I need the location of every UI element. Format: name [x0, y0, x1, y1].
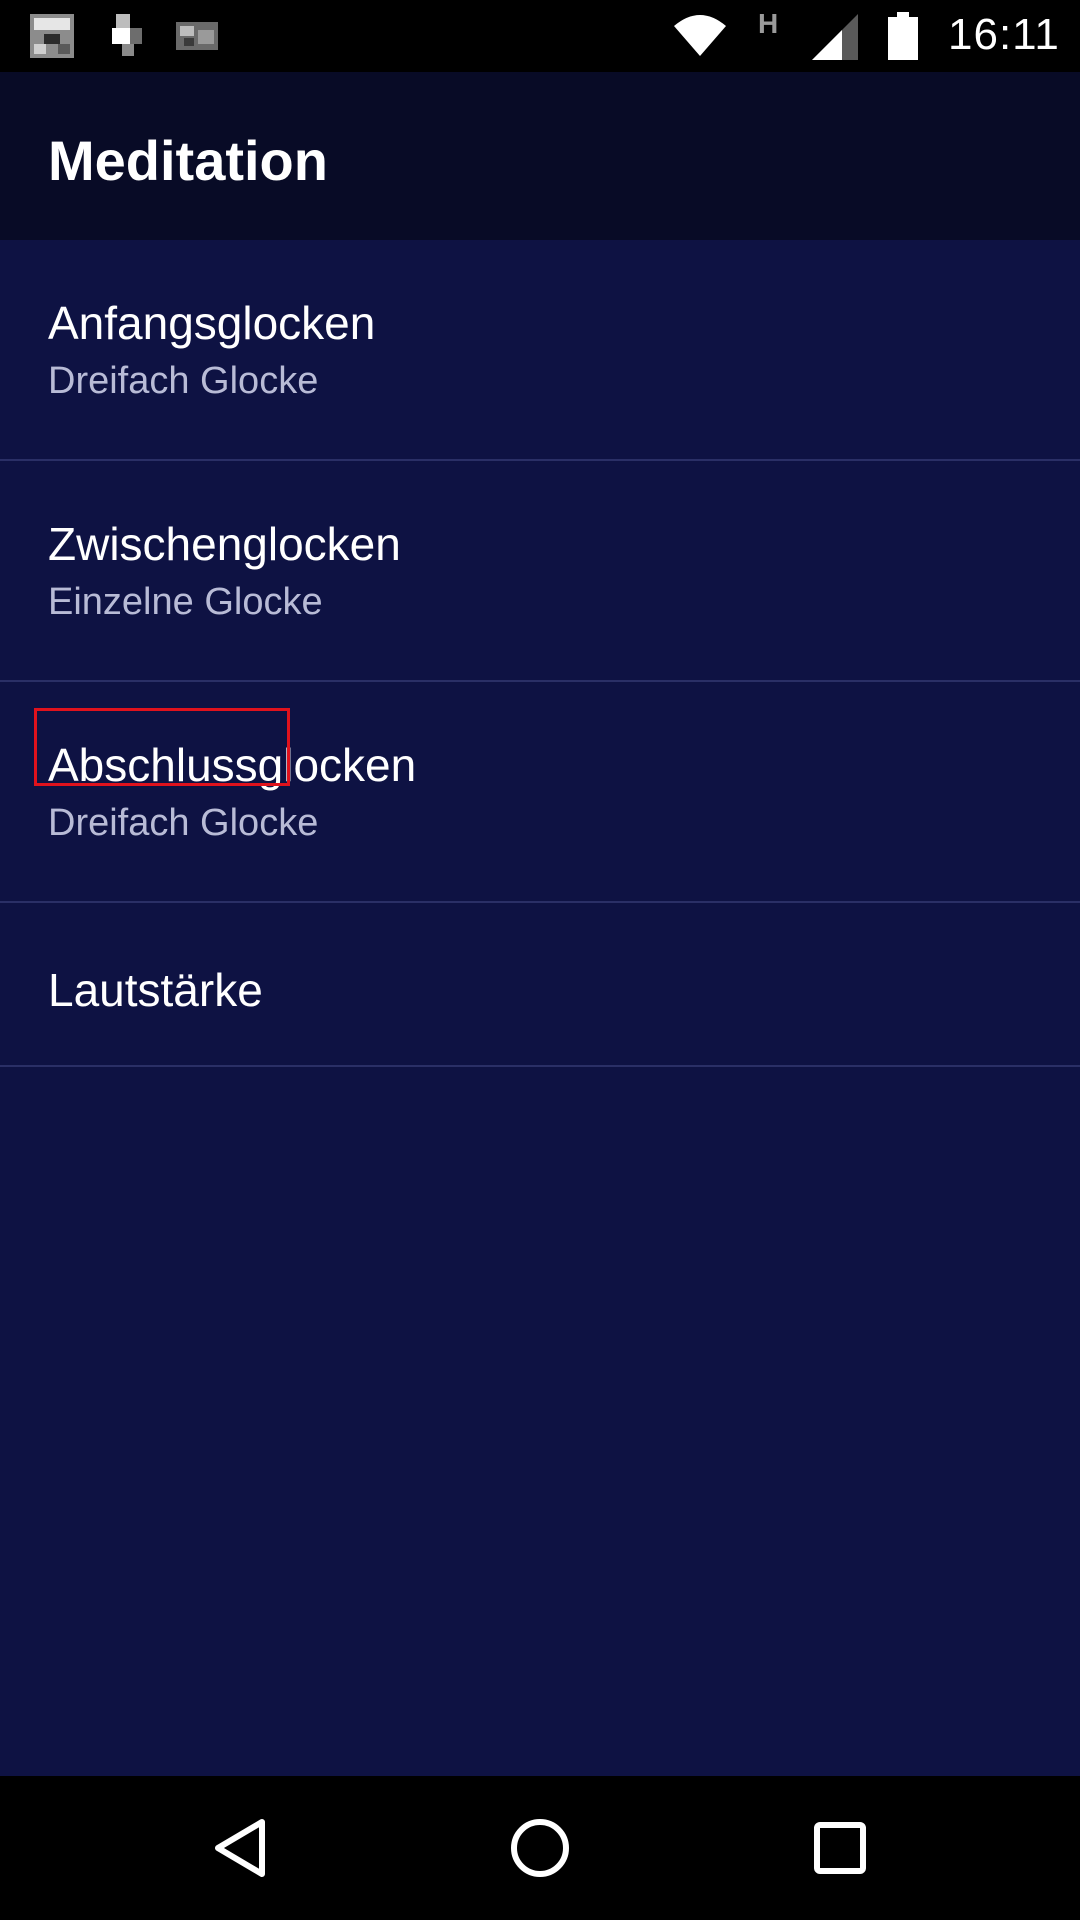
- notification-image-icon: [30, 14, 74, 58]
- pref-title: Lautstärke: [48, 964, 263, 1016]
- pref-summary: Dreifach Glocke: [48, 802, 319, 844]
- pref-item-start-bells[interactable]: Anfangsglocken Dreifach Glocke: [0, 240, 1080, 461]
- app-bar: Meditation: [0, 72, 1080, 240]
- preferences-list: Anfangsglocken Dreifach Glocke Zwischeng…: [0, 240, 1080, 1067]
- status-clock: 16:11: [948, 10, 1060, 59]
- pref-title: Zwischenglocken: [48, 518, 401, 570]
- network-type-label: H: [758, 8, 779, 39]
- status-bar: H 16:11: [0, 0, 1080, 72]
- notification-app-icon: [112, 14, 148, 58]
- recents-icon[interactable]: [800, 1808, 880, 1888]
- page-title: Meditation: [48, 129, 328, 192]
- notification-message-icon: [176, 22, 218, 66]
- screen: H 16:11 Meditation Anfangsglocken Dreifa…: [0, 0, 1080, 1920]
- pref-title: Anfangsglocken: [48, 297, 376, 349]
- back-icon[interactable]: [200, 1808, 280, 1888]
- navigation-bar: [0, 1776, 1080, 1920]
- pref-summary: Einzelne Glocke: [48, 581, 323, 623]
- pref-item-end-bells[interactable]: Abschlussglocken Dreifach Glocke: [0, 682, 1080, 903]
- pref-item-volume[interactable]: Lautstärke: [0, 903, 1080, 1067]
- wifi-icon: [672, 12, 728, 63]
- signal-icon: [812, 14, 858, 65]
- home-icon[interactable]: [500, 1808, 580, 1888]
- battery-icon: [888, 12, 918, 65]
- pref-summary: Dreifach Glocke: [48, 360, 319, 402]
- pref-item-interval-bells[interactable]: Zwischenglocken Einzelne Glocke: [0, 461, 1080, 682]
- pref-title: Abschlussglocken: [48, 739, 417, 791]
